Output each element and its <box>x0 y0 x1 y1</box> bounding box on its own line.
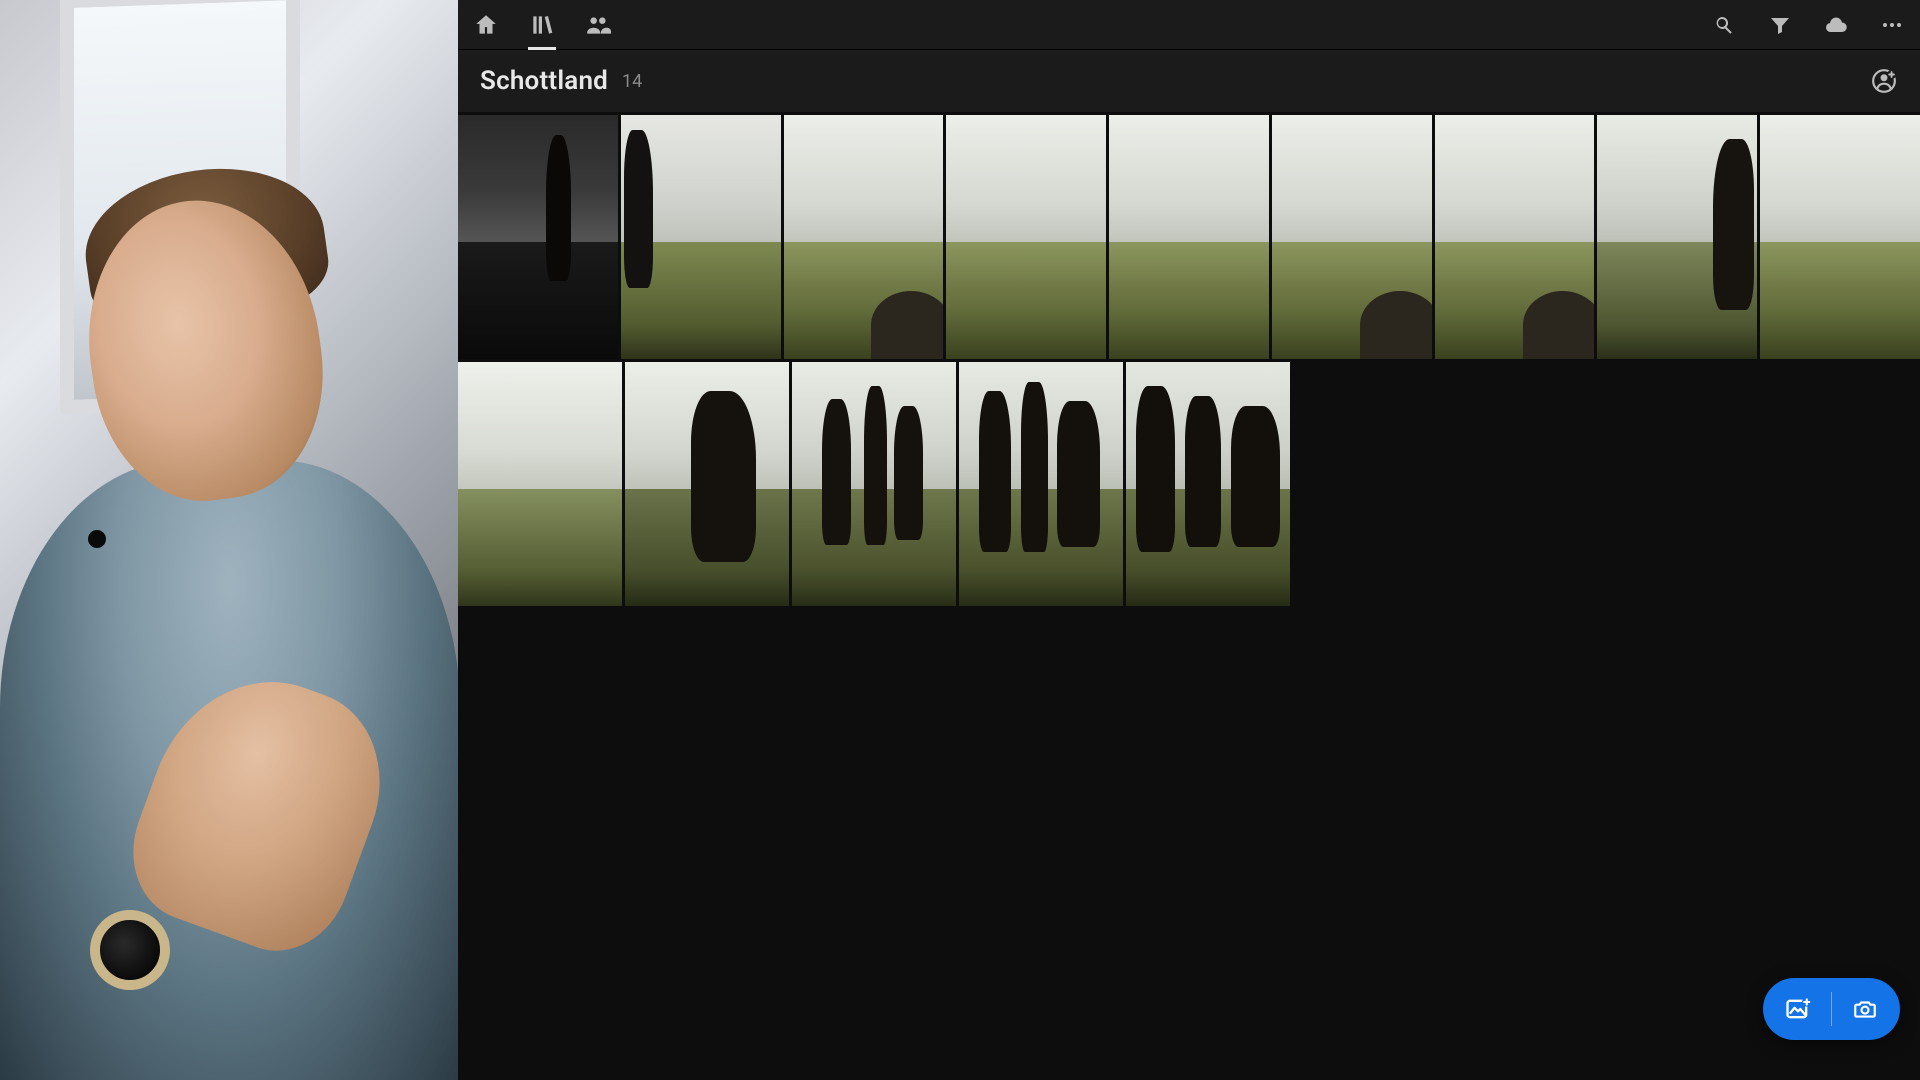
top-toolbar <box>458 0 1920 50</box>
grid-row <box>458 362 1920 606</box>
photo-thumbnail[interactable] <box>959 362 1123 606</box>
photo-thumbnail[interactable] <box>458 115 618 359</box>
album-header: Schottland 14 <box>458 50 1920 112</box>
photo-thumbnail[interactable] <box>1760 115 1920 359</box>
nav-search[interactable] <box>1710 0 1738 50</box>
people-icon <box>584 12 612 38</box>
photo-thumbnail[interactable] <box>1272 115 1432 359</box>
nav-library[interactable] <box>528 0 556 50</box>
search-icon <box>1712 13 1736 37</box>
nav-filter[interactable] <box>1766 0 1794 50</box>
nav-cloud[interactable] <box>1822 0 1850 50</box>
library-icon <box>529 12 555 38</box>
photo-thumbnail[interactable] <box>946 115 1106 359</box>
photo-thumbnail[interactable] <box>1109 115 1269 359</box>
filter-icon <box>1768 13 1792 37</box>
camera-icon <box>1850 996 1880 1022</box>
photo-thumbnail[interactable] <box>1126 362 1290 606</box>
photo-thumbnail[interactable] <box>625 362 789 606</box>
cloud-icon <box>1822 13 1850 37</box>
photo-grid <box>458 112 1920 1080</box>
album-count: 14 <box>622 71 642 92</box>
nav-home[interactable] <box>472 0 500 50</box>
photo-thumbnail[interactable] <box>792 362 956 606</box>
share-profile-button[interactable] <box>1870 67 1898 95</box>
add-photos-fab[interactable] <box>1763 978 1900 1040</box>
photo-thumbnail[interactable] <box>784 115 944 359</box>
photo-thumbnail[interactable] <box>1597 115 1757 359</box>
photo-app: Schottland 14 <box>458 0 1920 1080</box>
album-title: Schottland <box>480 66 608 96</box>
nav-more[interactable] <box>1878 0 1906 50</box>
photo-thumbnail[interactable] <box>458 362 622 606</box>
photo-thumbnail[interactable] <box>1435 115 1595 359</box>
fab-divider <box>1831 992 1832 1026</box>
nav-people[interactable] <box>584 0 612 50</box>
home-icon <box>473 12 499 38</box>
more-icon <box>1880 13 1904 37</box>
photo-thumbnail[interactable] <box>621 115 781 359</box>
presenter-webcam-overlay <box>0 0 458 1080</box>
add-photo-icon <box>1783 995 1813 1023</box>
grid-row <box>458 115 1920 359</box>
profile-icon <box>1871 68 1897 94</box>
